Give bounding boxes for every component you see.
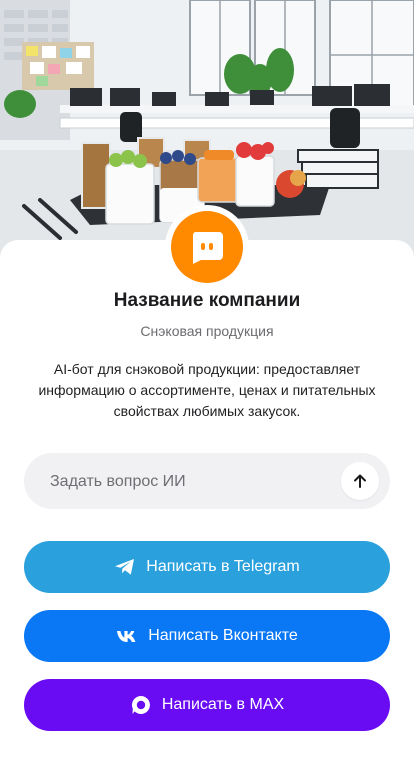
- bot-description: AI-бот для снэковой продукции: предостав…: [38, 361, 376, 419]
- company-logo: [165, 205, 249, 289]
- ask-ai-field: [24, 453, 390, 511]
- company-name: Название компании: [113, 290, 301, 311]
- max-label: Написать в MAX: [161, 696, 285, 713]
- vk-button[interactable]: Написать Вконтакте: [24, 610, 390, 662]
- telegram-label: Написать в Telegram: [146, 558, 300, 575]
- bot-face-icon: [192, 232, 223, 264]
- max-button[interactable]: Написать в MAX: [24, 679, 390, 731]
- arrow-up-icon: [354, 474, 366, 488]
- logo-badge: [171, 211, 243, 283]
- vk-icon: [116, 630, 138, 643]
- telegram-button[interactable]: Написать в Telegram: [24, 541, 390, 593]
- company-subtitle: Снэковая продукция: [140, 323, 274, 339]
- ask-ai-input[interactable]: [48, 453, 332, 511]
- vk-label: Написать Вконтакте: [148, 627, 298, 644]
- telegram-icon: [114, 558, 136, 576]
- max-icon: [130, 694, 152, 716]
- send-button[interactable]: [341, 462, 379, 500]
